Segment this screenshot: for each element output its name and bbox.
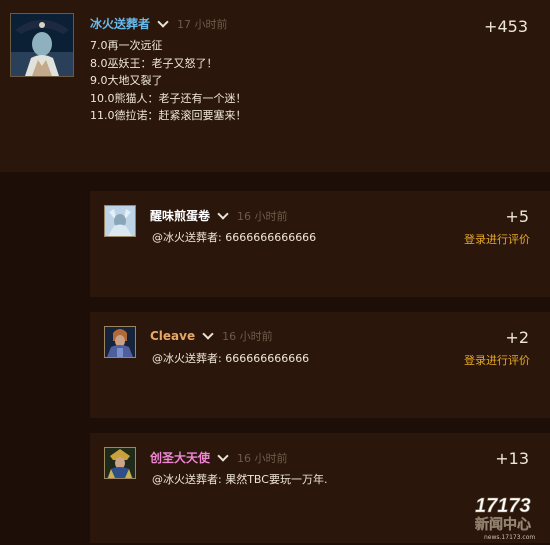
author-name[interactable]: 醒味煎蛋卷 (150, 207, 210, 224)
vote-score: +13 (495, 449, 529, 468)
login-to-rate-link[interactable]: 登录进行评价 (464, 352, 530, 368)
comment-line: 11.0德拉诺：赶紧滚回要塞来！ (90, 109, 247, 122)
reply-comment: 醒味煎蛋卷 16 小时前 @冰火送葬者: 6666666666666 +5 登录… (90, 191, 550, 297)
chevron-down-icon[interactable] (217, 207, 229, 220)
reply-text: @冰火送葬者: 6666666666666 (152, 231, 317, 244)
comment-text: 7.0再一次远征 8.0巫妖王：老子又怒了！ 9.0大地又裂了 10.0熊猫人：… (90, 37, 247, 125)
main-comment: 冰火送葬者 17 小时前 7.0再一次远征 8.0巫妖王：老子又怒了！ 9.0大… (0, 0, 550, 172)
watermark-logo: 17173 (475, 495, 531, 517)
reply-text: @冰火送葬者: 果然TBC要玩一万年. (152, 473, 328, 486)
avatar[interactable] (104, 447, 136, 479)
vote-score: +453 (484, 17, 528, 36)
author-name[interactable]: 冰火送葬者 (90, 15, 150, 32)
comment-line: 8.0巫妖王：老子又怒了！ (90, 56, 218, 70)
reply-text: @冰火送葬者: 666666666666 (152, 352, 310, 365)
author-name[interactable]: Cleave (150, 329, 195, 343)
reply-comment: Cleave 16 小时前 @冰火送葬者: 666666666666 +2 登录… (90, 312, 550, 418)
avatar[interactable] (10, 13, 74, 77)
author-name[interactable]: 创圣大天使 (150, 449, 210, 466)
timestamp: 17 小时前 (177, 17, 228, 31)
comment-line: 9.0大地又裂了 (90, 74, 163, 87)
watermark-text: 新闻中心 (475, 516, 531, 533)
vote-score: +2 (505, 328, 529, 347)
chevron-down-icon[interactable] (217, 449, 229, 462)
comment-line: 10.0熊猫人：老子还有一个迷！ (90, 91, 247, 105)
chevron-down-icon[interactable] (202, 328, 214, 340)
chevron-down-icon[interactable] (157, 15, 169, 28)
avatar[interactable] (104, 205, 136, 237)
site-watermark: 17173 新闻中心 news.17173.com (472, 491, 546, 541)
timestamp: 16 小时前 (237, 451, 288, 465)
timestamp: 16 小时前 (222, 330, 273, 343)
login-to-rate-link[interactable]: 登录进行评价 (464, 231, 530, 247)
comment-line: 7.0再一次远征 (90, 39, 163, 52)
timestamp: 16 小时前 (237, 209, 288, 223)
watermark-url: news.17173.com (484, 534, 535, 541)
avatar[interactable] (104, 326, 136, 358)
vote-score: +5 (505, 207, 529, 226)
